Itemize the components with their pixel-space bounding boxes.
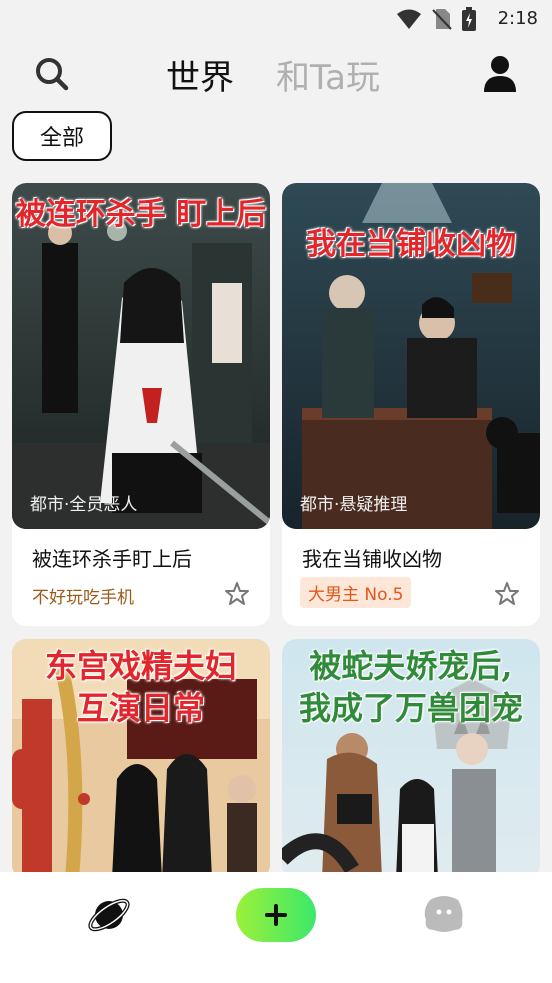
story-tag: 不好玩吃手机 — [32, 588, 134, 608]
battery-icon — [462, 7, 476, 31]
story-card[interactable]: 被蛇夫娇宠后, 我成了万兽团宠 — [282, 639, 540, 879]
cover-title: 被蛇夫娇宠后, 我成了万兽团宠 — [298, 647, 523, 727]
story-rank-badge: 大男主 No.5 — [300, 577, 412, 608]
status-bar: 2:18 — [0, 0, 552, 36]
cover-title: 东宫戏精夫妇 互演日常 — [44, 647, 237, 727]
story-cover-image: 被蛇夫娇宠后, 我成了万兽团宠 — [282, 639, 540, 879]
tab-play-with-ta[interactable]: 和Ta玩 — [276, 50, 380, 99]
story-genre: 都市·悬疑推理 — [300, 495, 408, 515]
create-button[interactable] — [236, 888, 316, 942]
story-card[interactable]: 东宫戏精夫妇 互演日常 — [12, 639, 270, 879]
story-cover-image: 东宫戏精夫妇 互演日常 — [12, 639, 270, 879]
story-title: 我在当铺收凶物 — [302, 547, 442, 571]
bottom-nav — [0, 872, 552, 983]
status-time: 2:18 — [497, 8, 538, 29]
wifi-icon — [397, 9, 421, 29]
story-cover-image: 我在当铺收凶物 都市·悬疑推理 — [282, 183, 540, 529]
cover-title: 被连环杀手 盯上后 — [15, 197, 267, 232]
filter-chip-all[interactable]: 全部 — [12, 111, 112, 161]
tab-world[interactable]: 世界 — [166, 50, 234, 99]
plus-icon — [265, 904, 287, 926]
cover-title: 我在当铺收凶物 — [306, 227, 516, 262]
top-header: 世界 和Ta玩 — [0, 40, 552, 110]
story-card[interactable]: 我在当铺收凶物 都市·悬疑推理 我在当铺收凶物 大男主 No.5 — [282, 183, 540, 626]
star-icon[interactable] — [494, 581, 520, 607]
story-title: 被连环杀手盯上后 — [32, 547, 192, 571]
profile-icon[interactable] — [482, 54, 518, 94]
search-icon[interactable] — [34, 56, 70, 92]
story-genre: 都市·全员恶人 — [30, 495, 138, 515]
no-sim-icon — [432, 9, 452, 30]
planet-icon[interactable] — [86, 892, 132, 938]
blob-icon[interactable] — [422, 894, 466, 934]
story-card[interactable]: 被连环杀手 盯上后 都市·全员恶人 被连环杀手盯上后 不好玩吃手机 — [12, 183, 270, 626]
star-icon[interactable] — [224, 581, 250, 607]
story-cover-image: 被连环杀手 盯上后 都市·全员恶人 — [12, 183, 270, 529]
